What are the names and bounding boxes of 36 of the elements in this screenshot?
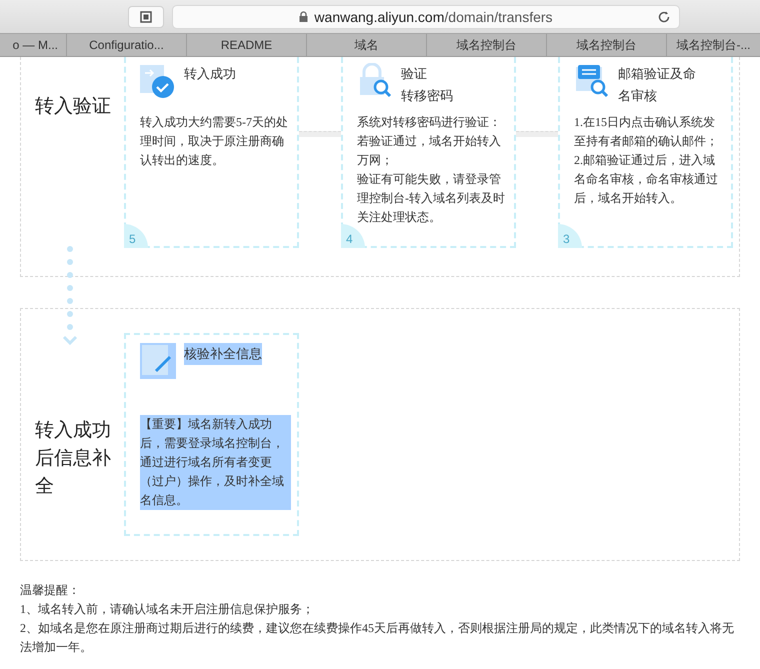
lock-search-icon	[357, 63, 393, 99]
notes-title: 温馨提醒：	[20, 582, 81, 599]
lock-icon	[299, 11, 308, 22]
step-title: 验证	[401, 65, 428, 83]
sidebar-icon	[140, 10, 152, 22]
section-label: 转入成功后信息补全	[35, 420, 111, 497]
step-description: 1.在15日内点击确认系统发至持有者邮箱的确认邮件；2.邮箱验证通过后，进入域名命名审核，命名审核通过后，域名开始转入。	[574, 114, 719, 207]
check-badge-icon	[140, 63, 176, 99]
reload-icon[interactable]	[657, 10, 671, 24]
step-number: 5	[124, 224, 148, 248]
envelope-search-icon	[574, 63, 610, 99]
step-title: 转入成功	[184, 65, 236, 83]
browser-tab[interactable]: README	[186, 34, 306, 56]
step-number: 4	[341, 224, 365, 248]
note-text: 1、域名转入前，请确认域名未开启注册信息保护服务；	[20, 601, 315, 618]
step-title: 转移密码	[401, 87, 453, 105]
browser-tab[interactable]: 域名控制台	[426, 34, 546, 56]
step-description: 转入成功大约需要5-7天的处理时间，取决于原注册商确认转出的速度。	[140, 114, 289, 169]
address-bar[interactable]: wanwang.aliyun.com/domain/transfers	[172, 4, 680, 28]
url-text: wanwang.aliyun.com/domain/transfers	[314, 8, 553, 24]
step-title: 邮箱验证及命名审核	[618, 65, 697, 105]
browser-tab[interactable]: 域名控制台-...	[666, 34, 760, 56]
step-description: 验证有可能失败，请登录管理控制台-转入域名列表及时关注处理状态。	[357, 171, 506, 226]
browser-tab[interactable]: o — M...	[0, 34, 66, 56]
step-description: 若验证通过，域名开始转入万网；	[357, 133, 502, 169]
browser-tab[interactable]: 域名控制台	[546, 34, 666, 56]
step-title: 核验补全信息	[184, 343, 262, 365]
browser-tab[interactable]: 域名	[306, 34, 426, 56]
step-description: 系统对转移密码进行验证：	[357, 114, 502, 131]
step-description: 【重要】域名新转入成功后，需要登录域名控制台，通过进行域名所有者变更（过户）操作，及时补全域名信息。	[140, 416, 285, 509]
note-text: 2、如域名是您在原注册商过期后进行的续费，建议您在续费操作45天后再做转入，否则根据注册局的规定，此类情况下的域名转入将无法增加一年。	[20, 620, 735, 656]
browser-tab[interactable]: Configuratio...	[66, 34, 186, 56]
section-label: 转入验证	[35, 96, 111, 117]
step-number: 3	[558, 224, 582, 248]
document-pencil-icon	[140, 343, 176, 379]
sidebar-button[interactable]	[128, 6, 164, 28]
